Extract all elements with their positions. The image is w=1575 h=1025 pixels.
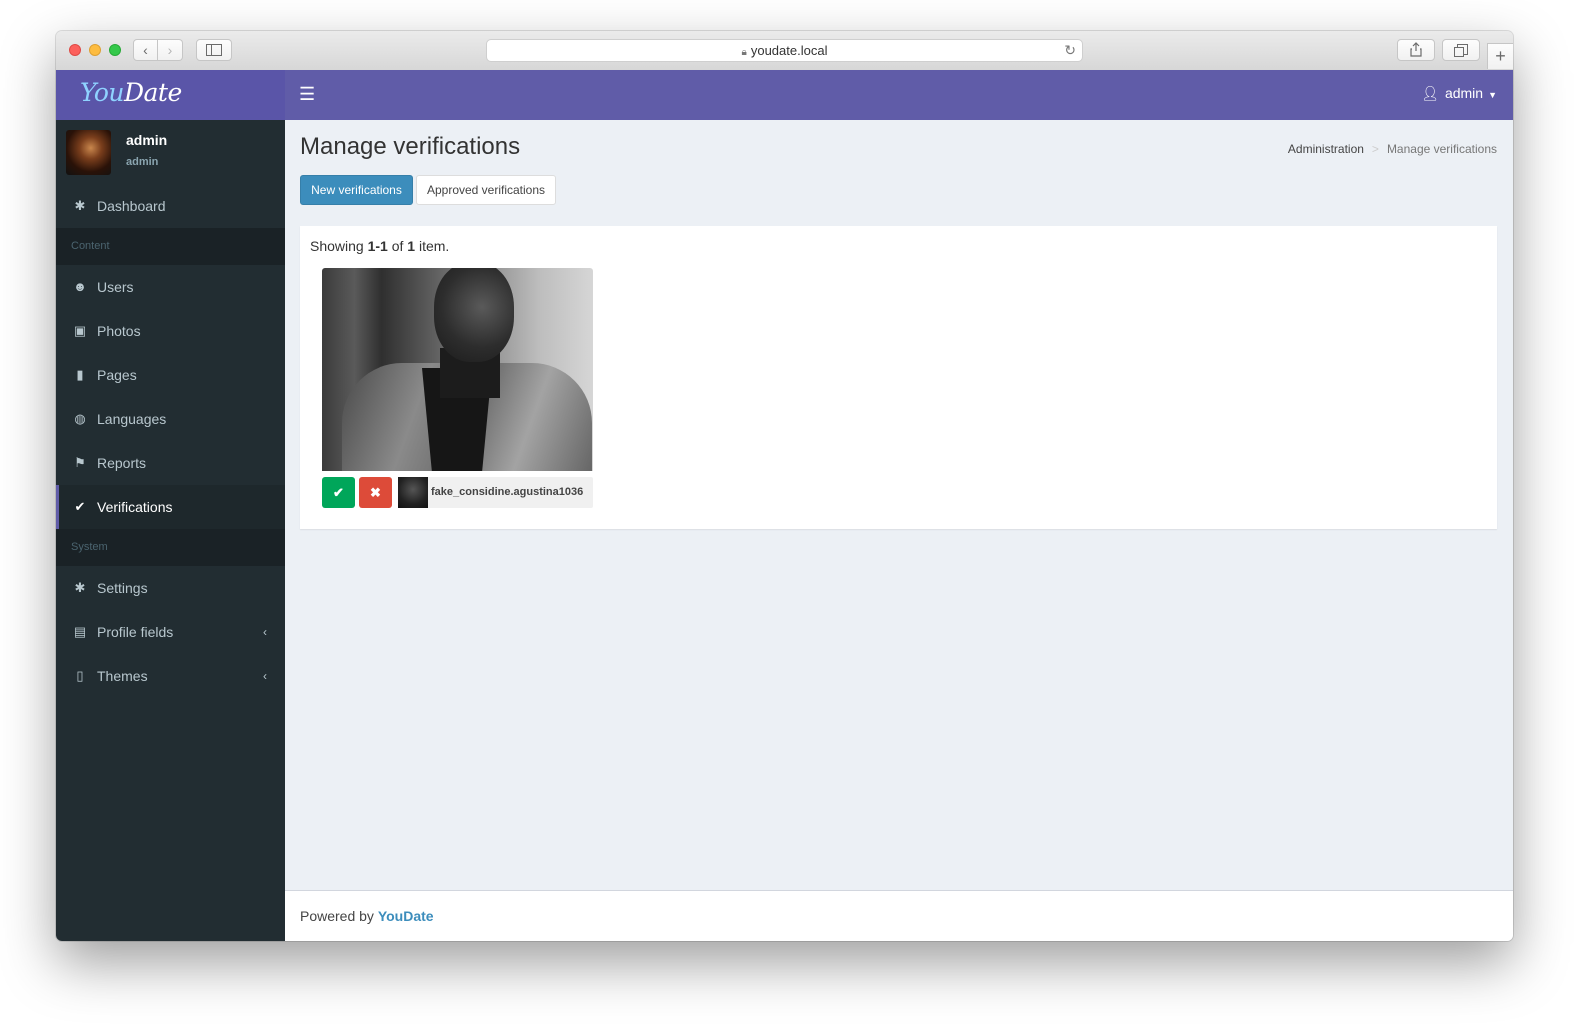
chevron-left-icon: ‹ bbox=[263, 669, 267, 683]
footer-text: Powered by bbox=[300, 908, 378, 924]
flag-icon: ⚑ bbox=[74, 455, 86, 470]
sidebar-item-languages[interactable]: ◍ Languages bbox=[56, 397, 285, 441]
show-tabs-button[interactable] bbox=[1442, 39, 1480, 61]
file-icon: ▮ bbox=[76, 367, 84, 382]
tabs-icon bbox=[1454, 44, 1468, 57]
user-icon: 👤︎ bbox=[1421, 85, 1439, 101]
sidebar-item-settings[interactable]: ✱ Settings bbox=[56, 566, 285, 610]
avatar bbox=[398, 477, 428, 508]
sidebar-item-profile-fields[interactable]: ▤ Profile fields ‹ bbox=[56, 610, 285, 654]
breadcrumb: Administration > Manage verifications bbox=[1288, 142, 1497, 156]
close-icon: ✖ bbox=[370, 485, 381, 500]
forward-button[interactable]: › bbox=[158, 39, 183, 61]
reject-button[interactable]: ✖ bbox=[359, 477, 392, 508]
sidebar-item-users[interactable]: ☻ Users bbox=[56, 265, 285, 309]
share-icon bbox=[1410, 42, 1422, 57]
verifications-box: Showing 1-1 of 1 item. ✔ ✖ fake_considin… bbox=[300, 226, 1497, 529]
new-tab-button[interactable]: + bbox=[1487, 43, 1513, 69]
globe-icon: ◍ bbox=[74, 411, 86, 426]
chevron-left-icon: ‹ bbox=[263, 625, 267, 639]
sidebar: YouDate admin admin ✱ Dashboard Content ☻… bbox=[56, 70, 285, 941]
theme-file-icon: ▯ bbox=[76, 668, 84, 683]
user-panel: admin admin bbox=[56, 120, 285, 184]
check-icon: ✔ bbox=[333, 485, 344, 500]
user-menu-label: admin bbox=[1444, 85, 1484, 101]
sidebar-icon bbox=[206, 44, 222, 56]
minimize-window-button[interactable] bbox=[89, 44, 101, 56]
back-button[interactable]: ‹ bbox=[133, 39, 158, 61]
footer-youdate-link[interactable]: YouDate bbox=[378, 908, 434, 924]
youdate-logo[interactable]: YouDate bbox=[80, 78, 182, 107]
users-icon: ☻ bbox=[73, 279, 87, 294]
zoom-window-button[interactable] bbox=[109, 44, 121, 56]
caret-down-icon: ▼ bbox=[1488, 90, 1497, 100]
verification-photo[interactable] bbox=[322, 268, 593, 471]
tab-approved-verifications[interactable]: Approved verifications bbox=[416, 175, 556, 205]
browser-window: ‹ › 🔒︎ youdate.local ↻ + YouDate admin ad… bbox=[56, 31, 1513, 941]
list-summary: Showing 1-1 of 1 item. bbox=[310, 238, 450, 254]
browser-toolbar: ‹ › 🔒︎ youdate.local ↻ + bbox=[56, 31, 1513, 71]
user-panel-role: admin bbox=[126, 156, 159, 168]
avatar bbox=[66, 130, 111, 175]
sidebar-item-dashboard[interactable]: ✱ Dashboard bbox=[56, 184, 285, 228]
breadcrumb-current: Manage verifications bbox=[1386, 142, 1497, 156]
lock-icon: 🔒︎ bbox=[741, 47, 747, 58]
owner-username: fake_considine.agustina1036 bbox=[431, 486, 584, 498]
breadcrumb-link-administration[interactable]: Administration bbox=[1288, 142, 1364, 156]
sidebar-item-pages[interactable]: ▮ Pages bbox=[56, 353, 285, 397]
plus-icon: + bbox=[1495, 46, 1506, 66]
share-button[interactable] bbox=[1397, 39, 1435, 61]
sidebar-header-system: System bbox=[56, 529, 285, 566]
close-window-button[interactable] bbox=[69, 44, 81, 56]
user-panel-name: admin bbox=[126, 132, 168, 148]
breadcrumb-separator: > bbox=[1371, 142, 1379, 156]
image-icon: ▣ bbox=[73, 323, 87, 338]
check-circle-icon: ✔ bbox=[74, 499, 86, 514]
id-card-icon: ▤ bbox=[73, 624, 87, 639]
tab-new-verifications[interactable]: New verifications bbox=[300, 175, 413, 205]
sidebar-item-reports[interactable]: ⚑ Reports bbox=[56, 441, 285, 485]
main-content: Manage verifications Administration > Mana… bbox=[285, 120, 1513, 890]
gear-icon: ✱ bbox=[74, 198, 86, 213]
chevron-left-icon: ‹ bbox=[143, 42, 148, 58]
sidebar-item-themes[interactable]: ▯ Themes ‹ bbox=[56, 654, 285, 698]
sidebar-item-verifications[interactable]: ✔ Verifications bbox=[56, 485, 285, 529]
address-bar[interactable]: 🔒︎ youdate.local ↻ bbox=[486, 39, 1083, 62]
sidebar-item-photos[interactable]: ▣ Photos bbox=[56, 309, 285, 353]
reload-icon[interactable]: ↻ bbox=[1064, 40, 1076, 61]
sidebar-header-content: Content bbox=[56, 228, 285, 265]
chevron-right-icon: › bbox=[167, 42, 173, 58]
approve-button[interactable]: ✔ bbox=[322, 477, 355, 508]
brand-logo-area[interactable]: YouDate bbox=[56, 70, 285, 120]
verification-owner[interactable]: fake_considine.agustina1036 bbox=[398, 477, 593, 508]
footer: Powered by YouDate bbox=[285, 890, 1513, 941]
gear-icon: ✱ bbox=[74, 580, 86, 595]
url-text: youdate.local bbox=[750, 43, 828, 58]
sidebar-menu: ✱ Dashboard Content ☻ Users ▣ Photos ▮ Pages… bbox=[56, 184, 285, 698]
sidebar-toggle-button[interactable] bbox=[196, 39, 232, 61]
user-menu-dropdown[interactable]: 👤︎ admin ▼ bbox=[1421, 85, 1497, 102]
page-title: Manage verifications bbox=[300, 133, 521, 160]
menu-toggle-icon[interactable]: ☰ bbox=[299, 82, 315, 106]
top-navbar: ☰ 👤︎ admin ▼ bbox=[285, 70, 1513, 120]
